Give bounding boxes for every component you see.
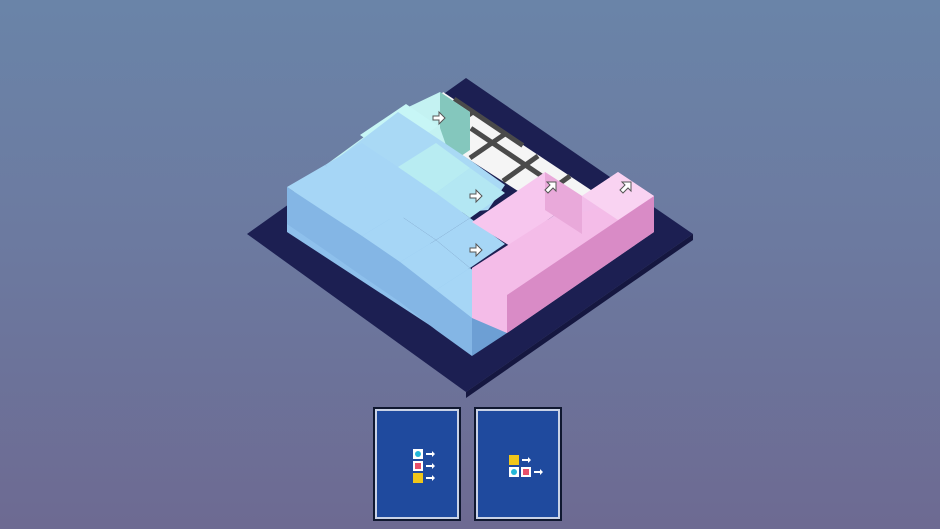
puzzle-board[interactable] (0, 0, 940, 400)
l-blocks-arrow-right-icon (509, 455, 543, 477)
three-blocks-arrow-right-icon (413, 449, 435, 483)
card-l-shape[interactable] (474, 407, 562, 521)
card-vertical-stack[interactable] (373, 407, 461, 521)
